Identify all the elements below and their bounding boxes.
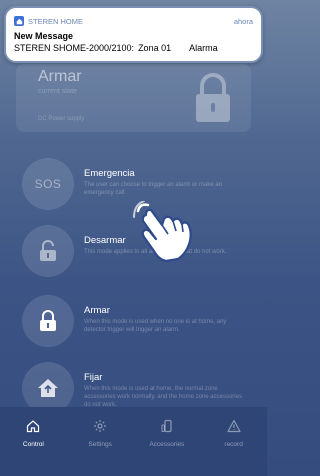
app-icon	[14, 16, 24, 26]
lock-icon	[196, 73, 230, 122]
gear-icon	[92, 418, 108, 434]
nav-label: Control	[22, 441, 44, 448]
accessories-icon	[159, 418, 175, 434]
nav-accessories[interactable]: Accessories	[134, 407, 201, 476]
mode-title: Desarmar	[84, 235, 126, 246]
mode-description: The user can choose to trigger an alarm …	[84, 182, 223, 196]
current-state-card: Armar current state DC Power supply	[16, 64, 251, 132]
mode-title: Emergencia	[84, 168, 135, 179]
state-power-source: DC Power supply	[38, 116, 85, 122]
unlock-icon	[40, 240, 56, 261]
home-shield-icon	[38, 379, 58, 397]
home-icon	[25, 418, 41, 434]
tap-hand-icon	[133, 201, 192, 263]
lock-icon	[40, 310, 56, 331]
mode-description: When this mode is used at home, the norm…	[84, 386, 242, 408]
mode-title: Armar	[84, 305, 110, 316]
bottom-nav: Control Settings Accessories record	[0, 407, 267, 476]
mode-title: Fijar	[84, 372, 103, 383]
notification-app-name: STEREN HOME	[28, 16, 84, 26]
arm-button[interactable]	[22, 295, 74, 347]
notification-type: Alarma	[189, 43, 218, 53]
notification-title: New Message	[14, 31, 74, 41]
sos-button[interactable]: SOS	[22, 158, 74, 210]
notification-zone: Zona 01	[138, 43, 172, 53]
nav-control[interactable]: Control	[0, 407, 67, 476]
mode-description: When this mode is used when no one is at…	[84, 319, 227, 333]
notification-header: STEREN HOME ahora	[14, 14, 253, 28]
nav-record[interactable]: record	[200, 407, 267, 476]
disarm-button[interactable]	[22, 225, 74, 277]
push-notification[interactable]: STEREN HOME ahora New Message STEREN SHO…	[4, 6, 263, 63]
notification-time: ahora	[233, 16, 253, 26]
notification-body: STEREN SHOME-2000/2100: Zona 01 Alarma	[14, 43, 253, 53]
notification-device: STEREN SHOME-2000/2100:	[14, 43, 135, 53]
mode-arm[interactable]: Armar When this mode is used when no one…	[22, 295, 252, 351]
nav-label: Accessories	[149, 441, 185, 448]
nav-label: record	[224, 441, 243, 448]
warning-icon	[226, 418, 242, 434]
nav-settings[interactable]: Settings	[67, 407, 134, 476]
state-title: Armar	[38, 68, 82, 85]
state-subtitle: current state	[38, 88, 77, 95]
nav-label: Settings	[88, 441, 112, 448]
sos-label: SOS	[34, 177, 62, 191]
